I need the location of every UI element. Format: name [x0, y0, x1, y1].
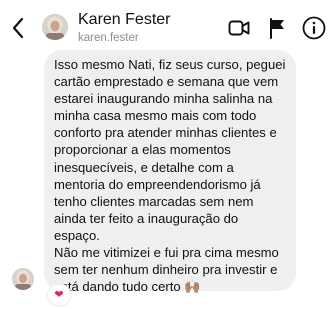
message-line: mentoria do empreendendorismo já: [54, 176, 261, 192]
back-arrow-icon[interactable]: [8, 14, 30, 42]
message-line: sem ter nenhum dinheiro pra investir e: [54, 262, 278, 278]
message-line: está dando tudo certo 🙌🏽: [54, 279, 201, 295]
message-line: cartão emprestado e semana que vem: [54, 74, 279, 90]
contact-username: karen.fester: [78, 32, 139, 44]
heart-icon: ❤: [54, 288, 64, 301]
flag-icon[interactable]: [268, 17, 286, 39]
message-line: estarei inaugurando minha salinha na: [54, 91, 273, 107]
message-text: Isso mesmo Nati, fiz seus curso, peguei c…: [54, 56, 290, 295]
message-line: proporcionar a elas momentos: [54, 142, 231, 158]
message-bubble[interactable]: Isso mesmo Nati, fiz seus curso, peguei c…: [44, 50, 296, 294]
message-line: ainda ter feito a inauguração do: [54, 210, 239, 226]
message-line: inesquecíveis, e detalhe com a: [54, 159, 234, 175]
sender-avatar[interactable]: [12, 268, 34, 290]
message-line: Isso mesmo Nati, fiz seus curso, peguei: [54, 57, 286, 72]
info-icon[interactable]: [302, 16, 326, 40]
message-line: conforto pra atender minhas clientes e: [54, 125, 277, 141]
avatar[interactable]: [42, 14, 68, 40]
message-line: minha casa mesmo mais com todo: [54, 108, 257, 124]
contact-name[interactable]: Karen Fester: [78, 11, 170, 29]
chat-header: Karen Fester karen.fester: [0, 0, 335, 52]
message-line: Não me vitimizei e fui pra cima mesmo: [54, 245, 279, 261]
video-camera-icon[interactable]: [228, 17, 250, 39]
message-line: tenho clientes marcadas sem nem: [54, 193, 254, 209]
heart-reaction[interactable]: ❤: [48, 285, 70, 305]
message-line: espaço.: [54, 227, 100, 243]
